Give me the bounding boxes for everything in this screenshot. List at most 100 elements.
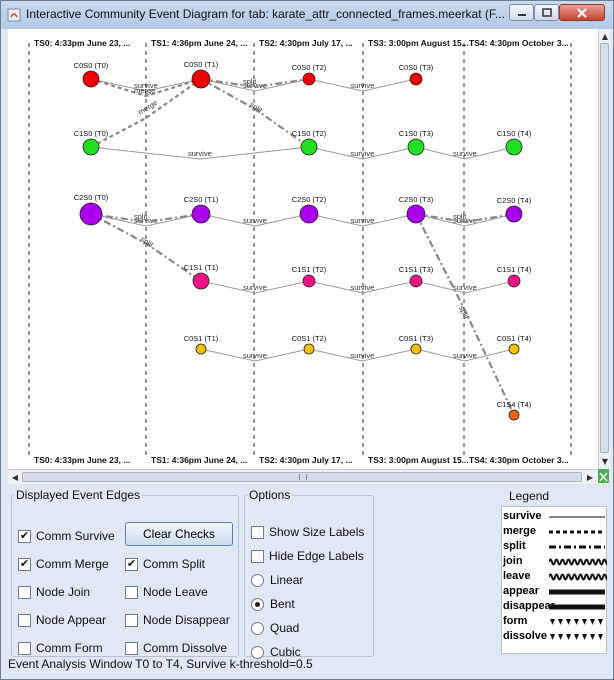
community-node[interactable] — [505, 205, 523, 223]
community-node[interactable] — [191, 69, 211, 89]
community-node[interactable] — [79, 202, 103, 226]
checkbox-unchecked-icon[interactable] — [125, 585, 138, 599]
community-node[interactable] — [507, 274, 521, 288]
legend-label: join — [503, 555, 523, 567]
controls-panel: Displayed Event Edges Clear Checks ✔ Comm… — [8, 485, 609, 659]
checkbox-unchecked-icon[interactable] — [18, 641, 31, 655]
checkbox-label: Node Leave — [143, 585, 208, 599]
legend-row: merge — [503, 525, 605, 539]
checkbox-checked-icon[interactable]: ✔ — [18, 557, 31, 571]
checkbox-checked-icon[interactable]: ✔ — [18, 529, 31, 543]
timestep-footer: TS3: 3:00pm August 15... — [368, 455, 469, 465]
edge-label: merge — [136, 98, 159, 117]
legend-row: split — [503, 540, 605, 554]
community-node[interactable] — [300, 138, 318, 156]
community-node[interactable] — [192, 272, 210, 290]
edge-label: split — [453, 212, 467, 221]
checkbox-unchecked-icon[interactable] — [125, 613, 138, 627]
legend-label: dissolve — [503, 630, 548, 642]
community-node[interactable] — [505, 138, 523, 156]
radio-bent[interactable]: Bent — [251, 597, 295, 611]
edge-label: survive — [453, 351, 477, 360]
expand-icon[interactable] — [598, 469, 609, 483]
checkbox-label: Hide Edge Labels — [269, 549, 364, 563]
node-label: C2S0 (T3) — [399, 195, 434, 204]
checkbox-label: Comm Survive — [36, 529, 115, 543]
node-label: C1S1 (T4) — [497, 265, 532, 274]
edge-label: survive — [243, 283, 267, 292]
community-node[interactable] — [409, 72, 423, 86]
legend-row: survive — [503, 510, 605, 524]
checkbox-show-size-labels[interactable]: Show Size Labels — [251, 525, 364, 539]
community-node[interactable] — [409, 274, 423, 288]
node-label: C1S1 (T2) — [292, 265, 327, 274]
minimize-button[interactable] — [509, 4, 534, 21]
checkbox-comm-merge[interactable]: ✔ Comm Merge — [18, 557, 109, 571]
checkbox-node-appear[interactable]: Node Appear — [18, 613, 106, 627]
checkbox-unchecked-icon[interactable] — [251, 525, 264, 539]
radio-unselected-icon[interactable] — [251, 573, 264, 587]
radio-selected-icon[interactable] — [251, 597, 264, 611]
community-node[interactable] — [407, 138, 425, 156]
checkbox-comm-split[interactable]: ✔ Comm Split — [125, 557, 205, 571]
radio-unselected-icon[interactable] — [251, 621, 264, 635]
checkbox-unchecked-icon[interactable] — [251, 549, 264, 563]
node-label: C0S0 (T0) — [74, 61, 109, 70]
community-node[interactable] — [191, 204, 211, 224]
community-node[interactable] — [508, 343, 520, 355]
radio-quad[interactable]: Quad — [251, 621, 299, 635]
legend-row: leave — [503, 570, 607, 584]
checkbox-unchecked-icon[interactable] — [18, 585, 31, 599]
scroll-left-icon[interactable]: ◀ — [9, 471, 21, 483]
node-label: C1S0 (T3) — [399, 129, 434, 138]
scroll-down-icon[interactable]: ▼ — [599, 455, 611, 467]
node-label: C2S0 (T2) — [292, 195, 327, 204]
diagram-canvas[interactable]: TS0: 4:33pm June 23, ... TS0: 4:33pm June… — [8, 29, 598, 469]
timestep-header: TS3: 3:00pm August 15... — [368, 38, 469, 48]
scroll-up-icon[interactable]: ▲ — [599, 30, 611, 42]
maximize-button[interactable] — [534, 4, 559, 21]
node-label: C1S4 (T4) — [497, 400, 532, 409]
checkbox-unchecked-icon[interactable] — [125, 641, 138, 655]
edge-label: split — [457, 304, 471, 321]
checkbox-comm-form[interactable]: Comm Form — [18, 641, 103, 655]
checkbox-node-disappear[interactable]: Node Disappear — [125, 613, 230, 627]
checkbox-label: Node Disappear — [143, 613, 230, 627]
horizontal-scroll-thumb[interactable] — [22, 472, 582, 482]
community-node[interactable] — [299, 204, 319, 224]
clear-checks-button[interactable]: Clear Checks — [125, 522, 233, 546]
vertical-scrollbar[interactable]: ▲ ▼ — [598, 29, 610, 469]
app-window: Interactive Community Event Diagram for … — [0, 0, 614, 680]
horizontal-scrollbar[interactable]: ◀ ▶ — [8, 469, 598, 484]
event-diagram[interactable]: TS0: 4:33pm June 23, ... TS0: 4:33pm June… — [8, 29, 598, 469]
status-bar: Event Analysis Window T0 to T4, Survive … — [8, 657, 313, 671]
vertical-scroll-thumb[interactable] — [600, 43, 609, 453]
radio-linear[interactable]: Linear — [251, 573, 303, 587]
close-button[interactable] — [559, 4, 605, 21]
node-label: C0S0 (T1) — [184, 60, 219, 69]
edge-label: survive — [243, 216, 267, 225]
checkbox-unchecked-icon[interactable] — [18, 613, 31, 627]
community-node[interactable] — [406, 204, 426, 224]
checkbox-checked-icon[interactable]: ✔ — [125, 557, 138, 571]
scroll-right-icon[interactable]: ▶ — [584, 471, 596, 483]
checkbox-comm-dissolve[interactable]: Comm Dissolve — [125, 641, 227, 655]
community-node[interactable] — [303, 343, 315, 355]
checkbox-node-join[interactable]: Node Join — [18, 585, 90, 599]
checkbox-comm-survive[interactable]: ✔ Comm Survive — [18, 529, 115, 543]
community-node[interactable] — [302, 274, 316, 288]
legend-row: form — [503, 615, 603, 629]
community-node[interactable] — [195, 343, 207, 355]
community-node[interactable] — [508, 409, 520, 421]
checkbox-node-leave[interactable]: Node Leave — [125, 585, 208, 599]
checkbox-hide-edge-labels[interactable]: Hide Edge Labels — [251, 549, 364, 563]
community-node[interactable] — [302, 72, 316, 86]
community-node[interactable] — [82, 70, 100, 88]
edge-label: survive — [351, 149, 375, 158]
node-label: C0S0 (T2) — [292, 63, 327, 72]
community-node[interactable] — [82, 138, 100, 156]
community-node[interactable] — [410, 343, 422, 355]
timestep-footer: TS0: 4:33pm June 23, ... — [34, 455, 130, 465]
title-bar[interactable]: Interactive Community Event Diagram for … — [1, 1, 613, 29]
edge-label: survive — [453, 283, 477, 292]
